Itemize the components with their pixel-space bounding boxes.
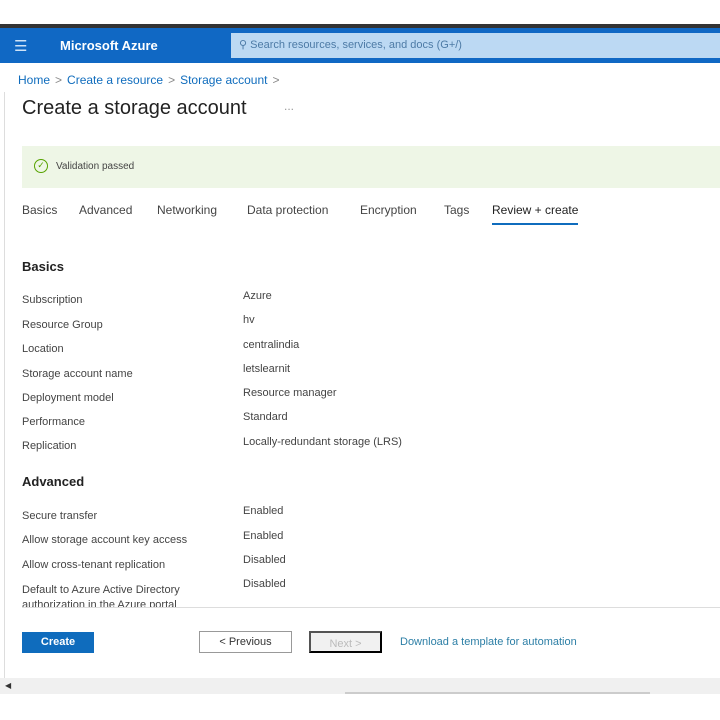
tab-basics[interactable]: Basics — [22, 203, 57, 217]
checkmark-icon: ✓ — [34, 159, 48, 173]
section-heading-basics: Basics — [22, 259, 64, 274]
row-value: Disabled — [243, 554, 286, 566]
row-label: Secure transfer — [22, 510, 97, 522]
row-label: Subscription — [22, 294, 83, 306]
tab-tags[interactable]: Tags — [444, 203, 469, 217]
scroll-left-icon[interactable]: ◀ — [5, 681, 11, 690]
row-value: Enabled — [243, 505, 283, 517]
row-value: hv — [243, 314, 255, 326]
row-label: Performance — [22, 416, 85, 428]
row-value: Enabled — [243, 530, 283, 542]
row-label: Allow storage account key access — [22, 534, 187, 546]
row-value: centralindia — [243, 339, 299, 351]
tab-advanced[interactable]: Advanced — [79, 203, 132, 217]
row-value: Standard — [243, 411, 288, 423]
section-heading-advanced: Advanced — [22, 474, 84, 489]
row-value: Resource manager — [243, 387, 337, 399]
row-label: Resource Group — [22, 319, 103, 331]
footer-divider — [22, 607, 720, 608]
breadcrumb: Home>Create a resource>Storage account> — [18, 73, 285, 87]
search-placeholder: Search resources, services, and docs (G+… — [250, 39, 462, 51]
row-value: Locally-redundant storage (LRS) — [243, 436, 402, 448]
row-label: Location — [22, 343, 64, 355]
search-input[interactable]: ⚲ Search resources, services, and docs (… — [231, 33, 720, 58]
download-template-link[interactable]: Download a template for automation — [400, 636, 577, 648]
row-value: Azure — [243, 290, 272, 302]
breadcrumb-storage-account[interactable]: Storage account — [180, 73, 267, 87]
brand-label[interactable]: Microsoft Azure — [60, 38, 158, 53]
scrollbar-thumb[interactable] — [345, 692, 650, 694]
tab-encryption[interactable]: Encryption — [360, 203, 417, 217]
search-icon: ⚲ — [239, 39, 250, 51]
breadcrumb-create-resource[interactable]: Create a resource — [67, 73, 163, 87]
hamburger-icon[interactable]: ☰ — [14, 37, 27, 55]
validation-text: Validation passed — [56, 161, 134, 172]
row-label: Default to Azure Active Directory author… — [22, 583, 207, 607]
panel-border — [4, 92, 5, 682]
breadcrumb-home[interactable]: Home — [18, 73, 50, 87]
row-value: Disabled — [243, 578, 286, 590]
create-button[interactable]: Create — [22, 632, 94, 653]
row-label: Storage account name — [22, 368, 133, 380]
tab-data-protection[interactable]: Data protection — [247, 203, 328, 217]
page-title: Create a storage account — [22, 97, 247, 120]
validation-banner: ✓ Validation passed — [22, 146, 720, 188]
row-label: Deployment model — [22, 392, 114, 404]
tab-review-create[interactable]: Review + create — [492, 203, 578, 225]
more-options-button[interactable]: ... — [284, 99, 294, 113]
previous-button[interactable]: < Previous — [199, 631, 292, 653]
row-value: letslearnit — [243, 363, 290, 375]
next-button[interactable]: Next > — [309, 631, 382, 653]
row-label: Allow cross-tenant replication — [22, 559, 165, 571]
row-label: Replication — [22, 440, 76, 452]
tab-networking[interactable]: Networking — [157, 203, 217, 217]
